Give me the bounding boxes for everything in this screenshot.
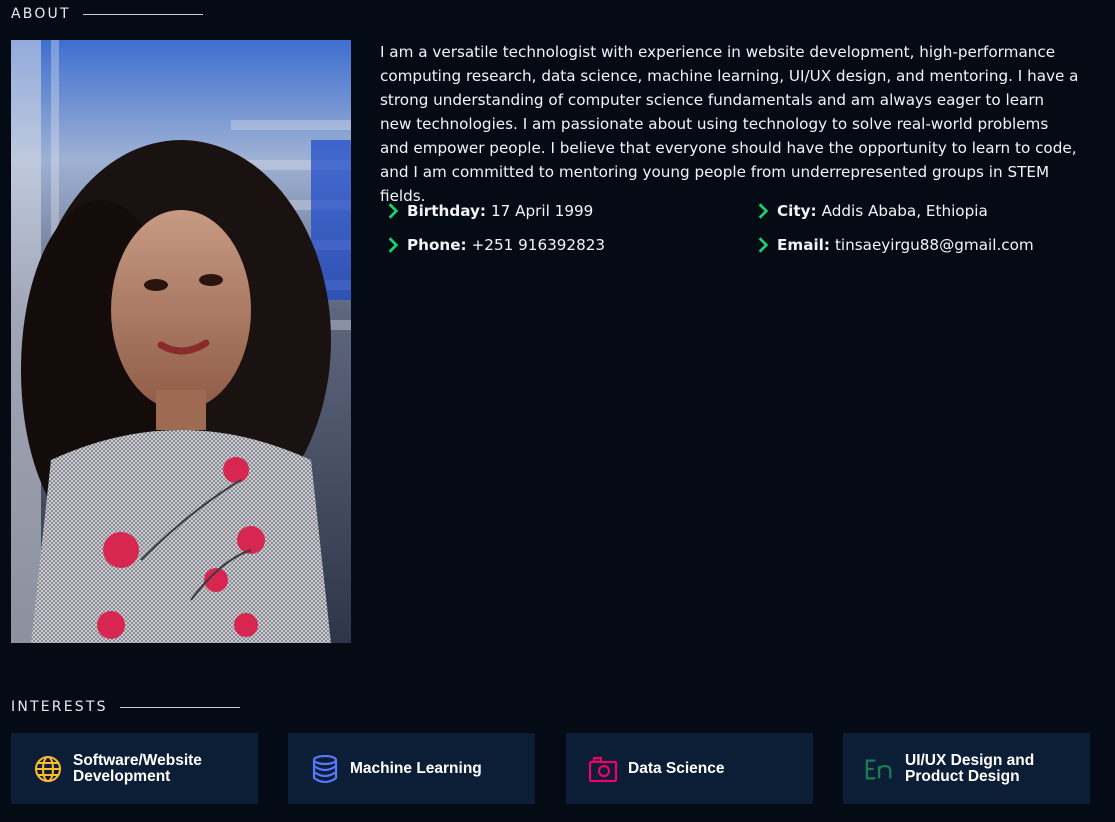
profile-photo-illustration — [11, 40, 351, 643]
title-underline — [119, 706, 240, 708]
fact-label: Phone: — [407, 236, 467, 254]
interests-grid: Software/Website Development Machine Lea… — [11, 733, 1091, 805]
personal-facts: Birthday: 17 April 1999 Phone: +251 9163… — [384, 200, 1084, 270]
chevron-right-icon — [388, 237, 399, 253]
chevron-right-icon — [388, 203, 399, 219]
globe-icon — [33, 754, 63, 784]
fact-value: 17 April 1999 — [490, 202, 594, 220]
fact-birthday: Birthday: 17 April 1999 — [384, 202, 593, 220]
camera-icon — [588, 754, 618, 784]
fact-label: Birthday: — [407, 202, 486, 220]
interests-section-title: INTERESTS — [11, 699, 240, 715]
interest-card-software-development[interactable]: Software/Website Development — [11, 733, 258, 804]
fact-email: Email: tinsaeyirgu88@gmail.com — [754, 236, 1034, 254]
fact-value: tinsaeyirgu88@gmail.com — [834, 236, 1034, 254]
fact-label: Email: — [777, 236, 830, 254]
fact-value: Addis Ababa, Ethiopia — [821, 202, 988, 220]
interest-card-data-science[interactable]: Data Science — [566, 733, 813, 804]
fact-label: City: — [777, 202, 817, 220]
interest-card-machine-learning[interactable]: Machine Learning — [288, 733, 535, 804]
interest-label: Data Science — [628, 759, 725, 777]
chevron-right-icon — [758, 203, 769, 219]
interests-title-text: INTERESTS — [11, 699, 108, 715]
fact-city: City: Addis Ababa, Ethiopia — [754, 202, 988, 220]
interest-label: Machine Learning — [350, 759, 482, 777]
bio-text: I am a versatile technologist with exper… — [380, 43, 1079, 205]
interest-label: UI/UX Design and Product Design — [905, 751, 1035, 785]
about-interests-page: ABOUT I am a versatile technologist with… — [0, 0, 1115, 822]
interest-label: Software/Website Development — [73, 751, 202, 785]
chevron-right-icon — [758, 237, 769, 253]
database-icon — [310, 754, 340, 784]
profile-photo — [11, 40, 351, 643]
about-title-text: ABOUT — [11, 6, 71, 22]
fact-phone: Phone: +251 916392823 — [384, 236, 605, 254]
interest-card-ui-ux-design[interactable]: UI/UX Design and Product Design — [843, 733, 1090, 804]
translate-icon — [865, 754, 895, 784]
about-section-title: ABOUT — [11, 6, 203, 22]
title-underline — [82, 13, 203, 15]
fact-value: +251 916392823 — [471, 236, 606, 254]
